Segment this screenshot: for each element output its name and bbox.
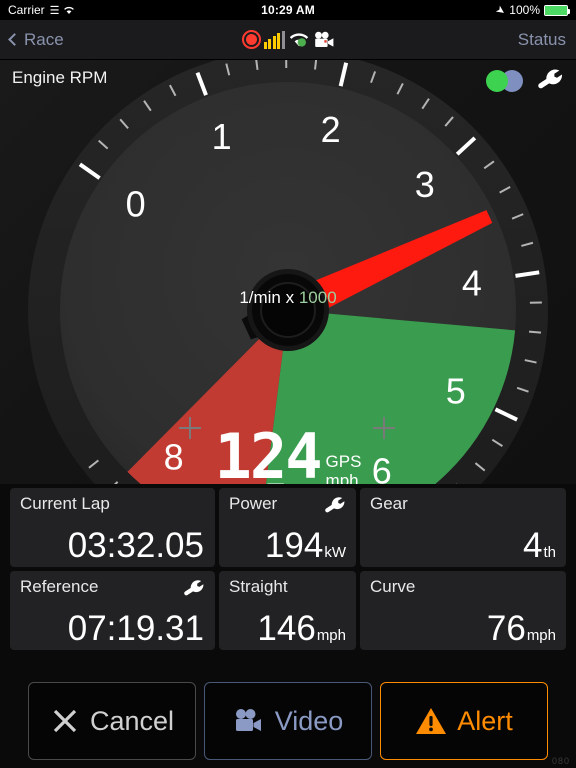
svg-text:5: 5 [446,370,466,411]
panel-gear[interactable]: Gear 4 th [360,488,566,567]
panel-value-main: 194 [265,528,323,563]
gauge-title: Engine RPM [12,68,107,88]
wrench-icon[interactable] [325,496,346,517]
panel-label: Reference [20,577,205,597]
panel-label: Current Lap [20,494,205,514]
location-arrow-icon: ➤ [493,2,508,18]
watermark: 080 [552,756,570,766]
panel-label: Straight [229,577,346,597]
panel-label: Curve [370,577,556,597]
green-blue-dots-icon[interactable] [486,70,526,92]
panel-value-main: 03:32.05 [68,528,204,563]
video-camera-icon [233,708,265,734]
signal-bars-icon[interactable] [264,31,285,49]
panel-straight[interactable]: Straight 146 mph [219,571,356,650]
svg-text:1: 1 [212,116,232,157]
warning-triangle-icon [415,707,447,736]
chevron-left-icon [8,33,21,46]
svg-text:0: 0 [126,183,146,224]
alert-button-label: Alert [457,706,513,737]
video-camera-icon[interactable] [313,31,335,49]
data-panel-grid: Current Lap 03:32.05 Power 194 kW Gear 4… [0,488,576,650]
cancel-button[interactable]: Cancel [28,682,196,760]
video-button-label: Video [275,706,344,737]
status-bar-right: ➤ 100% [496,3,568,17]
panel-value-main: 146 [257,611,315,646]
svg-text:3: 3 [415,164,435,205]
navigation-bar: Race Status [0,20,576,60]
gauge-panel: Engine RPM 012345678 1/min x 1000 [0,60,576,484]
back-button[interactable]: Race [10,30,64,50]
panel-value: 194 kW [229,528,346,563]
panel-value-main: 76 [487,611,526,646]
svg-text:4: 4 [462,262,482,303]
panel-value: 146 mph [229,611,346,646]
panel-value: 76 mph [370,611,556,646]
svg-text:8: 8 [164,437,184,478]
ios-status-bar: Carrier ☰ 10:29 AM ➤ 100% [0,0,576,20]
panel-value: 4 th [370,528,556,563]
wifi-gps-icon[interactable] [288,31,310,49]
record-icon[interactable] [242,30,261,49]
cancel-button-label: Cancel [90,706,174,737]
alert-button[interactable]: Alert [380,682,548,760]
svg-text:2: 2 [321,109,341,150]
wrench-icon[interactable] [184,579,205,600]
panel-value-sub: kW [324,545,346,560]
clock-label: 10:29 AM [0,3,576,17]
close-x-icon [50,706,80,736]
gauge-toolbar [486,68,564,94]
panel-row-2: Reference 07:19.31 Straight 146 mph Curv… [10,571,566,650]
panel-current-lap[interactable]: Current Lap 03:32.05 [10,488,215,567]
panel-value-main: 4 [523,528,542,563]
panel-reference[interactable]: Reference 07:19.31 [10,571,215,650]
video-button[interactable]: Video [204,682,372,760]
rpm-dial: 0 1 2 3 4 5 6 7 8 [0,60,576,484]
battery-percent-label: 100% [509,3,540,17]
panel-label: Gear [370,494,556,514]
panel-value-sub: mph [527,628,556,643]
panel-value-sub: th [543,545,556,560]
svg-text:6: 6 [372,451,392,484]
panel-curve[interactable]: Curve 76 mph [360,571,566,650]
panel-value-main: 07:19.31 [68,611,204,646]
nav-indicator-icons [0,20,576,59]
panel-value: 03:32.05 [20,528,205,563]
action-button-bar: Cancel Video Alert [0,682,576,760]
battery-full-icon [544,5,568,16]
back-button-label: Race [24,30,64,50]
wrench-icon[interactable] [538,68,564,94]
panel-value-sub: mph [317,628,346,643]
svg-text:7: 7 [266,476,286,484]
panel-value: 07:19.31 [20,611,205,646]
status-button[interactable]: Status [518,30,566,50]
panel-power[interactable]: Power 194 kW [219,488,356,567]
panel-row-1: Current Lap 03:32.05 Power 194 kW Gear 4… [10,488,566,567]
